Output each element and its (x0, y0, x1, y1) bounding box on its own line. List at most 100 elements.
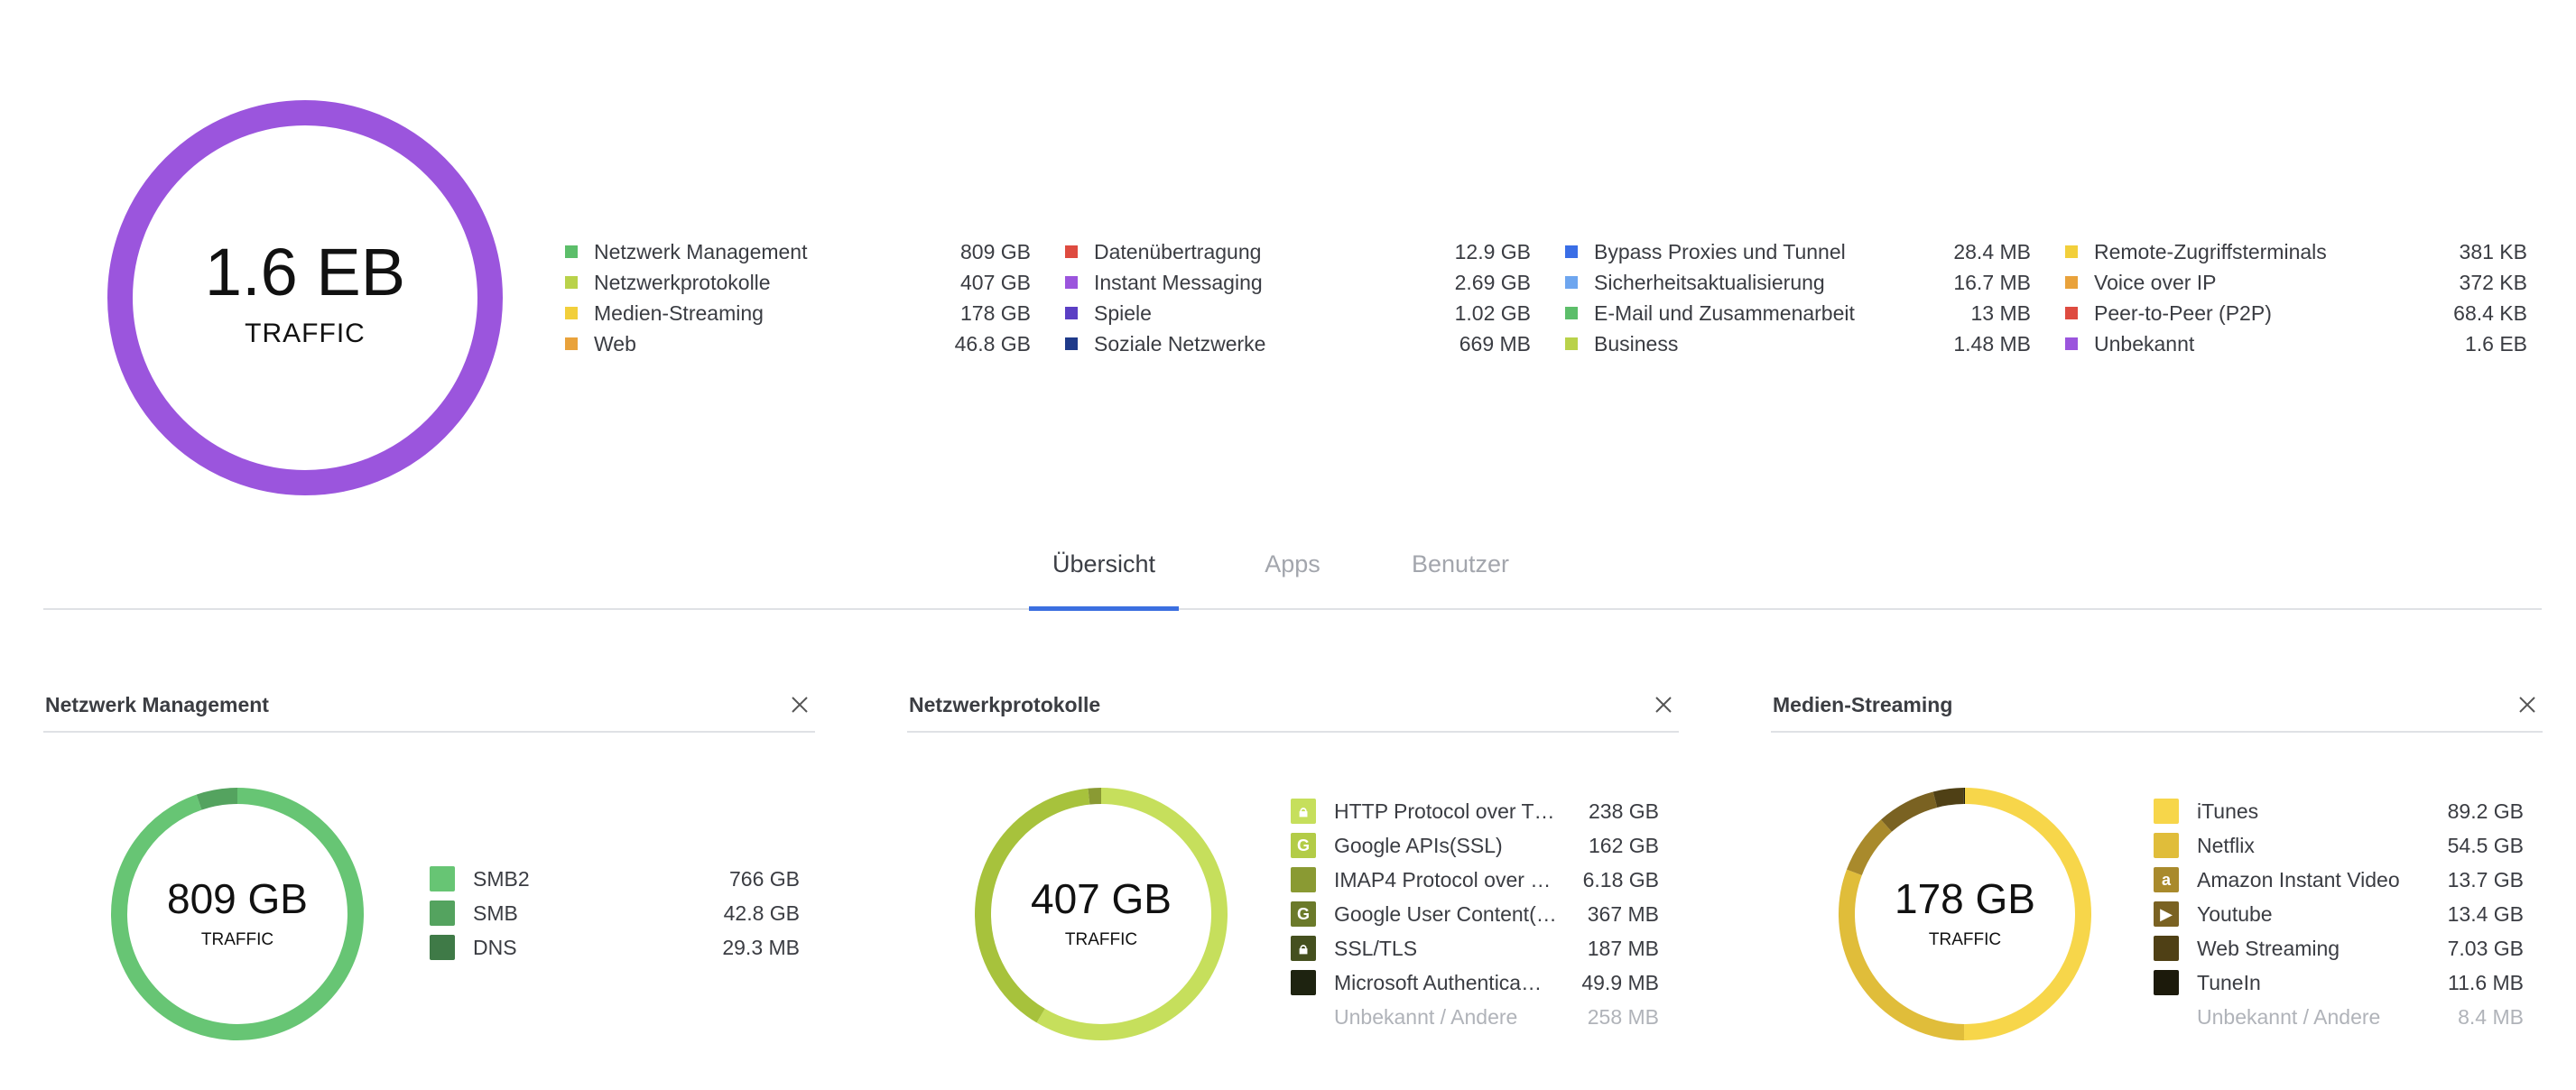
list-item[interactable]: DNS 29.3 MB (430, 930, 800, 965)
legend-item[interactable]: Soziale Netzwerke 669 MB (1065, 328, 1531, 359)
list-item[interactable]: SMB2 766 GB (430, 862, 800, 896)
view-tabs: Übersicht Apps Benutzer (43, 538, 2542, 611)
legend-item[interactable]: Netzwerk Management 809 GB (565, 236, 1031, 267)
card-donut-chart: 809 GB TRAFFIC (107, 783, 368, 1045)
legend-label: Voice over IP (2094, 270, 2217, 294)
legend-label: Datenübertragung (1094, 239, 1262, 263)
item-value: 766 GB (729, 866, 800, 891)
card-header: Netzwerkprotokolle (907, 686, 1679, 733)
list-item[interactable]: IMAP4 Protocol over … 6.18 GB (1291, 863, 1659, 897)
list-item[interactable]: 🔒︎ SSL/TLS 187 MB (1291, 931, 1659, 965)
legend-item[interactable]: Bypass Proxies und Tunnel 28.4 MB (1565, 236, 2031, 267)
list-item[interactable]: iTunes 89.2 GB (2154, 794, 2524, 828)
legend-item[interactable]: Netzwerkprotokolle 407 GB (565, 267, 1031, 298)
legend-item[interactable]: Remote-Zugriffsterminals 381 KB (2065, 236, 2527, 267)
tab-overview-label: Übersicht (1052, 550, 1156, 577)
legend-item[interactable]: Unbekannt 1.6 EB (2065, 328, 2527, 359)
card-total-value: 809 GB (167, 875, 308, 922)
legend-swatch (1065, 307, 1078, 319)
amazon-icon: a (2154, 867, 2179, 892)
legend-value: 1.02 GB (1454, 300, 1531, 325)
list-item[interactable]: ▶ Youtube 13.4 GB (2154, 897, 2524, 931)
legend-value: 372 KB (2459, 270, 2527, 294)
card-total-label: TRAFFIC (200, 930, 274, 949)
item-label: DNS (473, 935, 517, 959)
legend-item[interactable]: Web 46.8 GB (565, 328, 1031, 359)
legend-item[interactable]: Spiele 1.02 GB (1065, 298, 1531, 328)
card-title: Netzwerk Management (45, 693, 269, 716)
legend-label: Soziale Netzwerke (1094, 331, 1266, 356)
item-label: Youtube (2197, 901, 2273, 926)
legend-label: Remote-Zugriffsterminals (2094, 239, 2327, 263)
legend-item[interactable]: Business 1.48 MB (1565, 328, 2031, 359)
legend-swatch (1065, 276, 1078, 289)
list-item[interactable]: Web Streaming 7.03 GB (2154, 931, 2524, 965)
card-item-list: SMB2 766 GB SMB 42.8 GB DNS 29.3 MB (430, 862, 800, 965)
legend-label: Instant Messaging (1094, 270, 1263, 294)
legend-swatch (565, 245, 578, 258)
list-item[interactable]: Microsoft Authentica… 49.9 MB (1291, 965, 1659, 1000)
item-label: Microsoft Authentica… (1334, 970, 1543, 994)
list-item[interactable]: SMB 42.8 GB (430, 896, 800, 930)
color-swatch (2154, 936, 2179, 961)
legend-item[interactable]: Instant Messaging 2.69 GB (1065, 267, 1531, 298)
total-traffic-donut: 1.6 EB TRAFFIC (99, 92, 511, 503)
legend-swatch (2065, 337, 2078, 350)
legend-item[interactable]: Voice over IP 372 KB (2065, 267, 2527, 298)
legend-item[interactable]: Datenübertragung 12.9 GB (1065, 236, 1531, 267)
close-icon[interactable] (1652, 693, 1675, 716)
legend-value: 68.4 KB (2453, 300, 2527, 325)
legend-column: Bypass Proxies und Tunnel 28.4 MB Sicherhe… (1565, 236, 2031, 359)
card-total-value: 178 GB (1895, 875, 2035, 922)
legend-swatch (1065, 245, 1078, 258)
legend-column: Netzwerk Management 809 GB Netzwerkprotoko… (565, 236, 1031, 359)
item-value: 258 MB (1587, 1004, 1659, 1029)
legend-swatch (1565, 307, 1578, 319)
item-value: 238 GB (1589, 799, 1659, 823)
item-label: Unbekannt / Andere (2197, 1004, 2381, 1029)
legend-value: 2.69 GB (1454, 270, 1531, 294)
list-item[interactable]: Unbekannt / Andere 258 MB (1291, 1000, 1659, 1034)
legend-label: Bypass Proxies und Tunnel (1594, 239, 1846, 263)
item-value: 162 GB (1589, 833, 1659, 857)
list-item[interactable]: Netflix 54.5 GB (2154, 828, 2524, 863)
list-item[interactable]: Unbekannt / Andere 8.4 MB (2154, 1000, 2524, 1034)
color-swatch (1291, 867, 1316, 892)
legend-item[interactable]: E-Mail und Zusammenarbeit 13 MB (1565, 298, 2031, 328)
list-item[interactable]: 🔒︎ HTTP Protocol over T… 238 GB (1291, 794, 1659, 828)
item-label: iTunes (2197, 799, 2259, 823)
color-swatch (430, 866, 455, 891)
list-item[interactable]: G Google User Content(… 367 MB (1291, 897, 1659, 931)
youtube-icon: ▶ (2154, 901, 2179, 927)
list-item[interactable]: TuneIn 11.6 MB (2154, 965, 2524, 1000)
item-label: Google User Content(… (1334, 901, 1557, 926)
legend-item[interactable]: Peer-to-Peer (P2P) 68.4 KB (2065, 298, 2527, 328)
tab-apps[interactable]: Apps (1253, 550, 1332, 610)
item-label: SMB2 (473, 866, 530, 891)
tab-users[interactable]: Benutzer (1397, 550, 1524, 610)
tab-overview[interactable]: Übersicht (1029, 550, 1179, 611)
card-donut-chart: 407 GB TRAFFIC (970, 783, 1232, 1045)
legend-value: 1.48 MB (1953, 331, 2031, 356)
tab-users-label: Benutzer (1411, 550, 1510, 577)
card-total-value: 407 GB (1031, 875, 1172, 922)
list-item[interactable]: G Google APIs(SSL) 162 GB (1291, 828, 1659, 863)
card-total-label: TRAFFIC (1064, 930, 1138, 949)
lock-icon: 🔒︎ (1291, 936, 1316, 961)
item-value: 42.8 GB (723, 901, 800, 925)
legend-value: 669 MB (1459, 331, 1531, 356)
legend-value: 407 GB (960, 270, 1031, 294)
legend-value: 46.8 GB (954, 331, 1031, 356)
legend-item[interactable]: Sicherheitsaktualisierung 16.7 MB (1565, 267, 2031, 298)
legend-value: 13 MB (1970, 300, 2031, 325)
color-swatch (2154, 970, 2179, 995)
card-header: Medien-Streaming (1771, 686, 2543, 733)
item-value: 367 MB (1587, 901, 1659, 926)
item-label: Netflix (2197, 833, 2255, 857)
legend-swatch (2065, 307, 2078, 319)
list-item[interactable]: a Amazon Instant Video 13.7 GB (2154, 863, 2524, 897)
item-label: HTTP Protocol over T… (1334, 799, 1555, 823)
close-icon[interactable] (788, 693, 811, 716)
close-icon[interactable] (2516, 693, 2539, 716)
legend-item[interactable]: Medien-Streaming 178 GB (565, 298, 1031, 328)
